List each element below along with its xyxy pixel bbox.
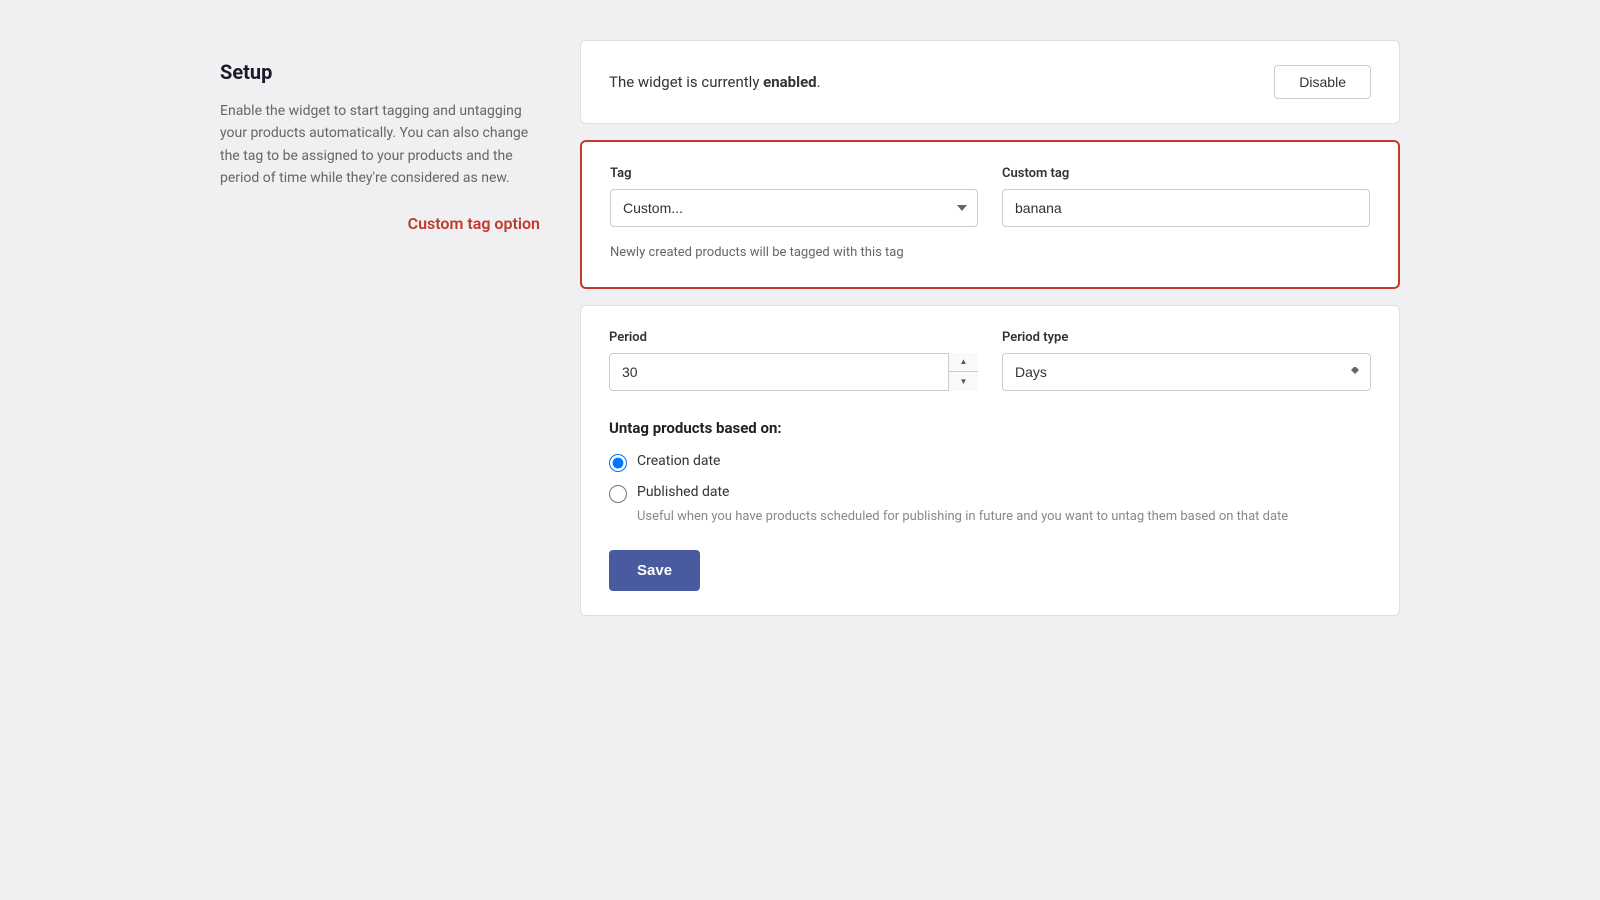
period-type-select[interactable]: Days Weeks Months — [1002, 353, 1371, 391]
period-input[interactable] — [609, 353, 978, 391]
period-input-wrapper: ▲ ▼ — [609, 353, 978, 391]
period-down-arrow[interactable]: ▼ — [949, 372, 978, 391]
period-type-form-group: Period type Days Weeks Months — [1002, 330, 1371, 391]
sidebar: Setup Enable the widget to start tagging… — [200, 40, 580, 253]
radio-published-date[interactable] — [609, 485, 627, 503]
radio-item-creation: Creation date — [609, 453, 1371, 472]
radio-item-published: Published date — [609, 484, 1371, 503]
tag-label: Tag — [610, 166, 978, 181]
period-form-group: Period ▲ ▼ — [609, 330, 978, 391]
tag-section-card: Tag Custom... New Sale Featured — [580, 140, 1400, 289]
widget-status-value: enabled — [763, 73, 817, 91]
period-row: Period ▲ ▼ Period type Days — [609, 330, 1371, 391]
settings-card: Period ▲ ▼ Period type Days — [580, 305, 1400, 617]
tag-form-row: Tag Custom... New Sale Featured — [610, 166, 1370, 227]
radio-item-published-date: Published date Useful when you have prod… — [609, 484, 1371, 527]
custom-tag-option-label: Custom tag option — [220, 214, 540, 233]
custom-tag-form-group: Custom tag — [1002, 166, 1370, 227]
period-arrows: ▲ ▼ — [948, 353, 978, 391]
tag-select[interactable]: Custom... New Sale Featured — [610, 189, 978, 227]
sidebar-description: Enable the widget to start tagging and u… — [220, 100, 540, 190]
disable-button[interactable]: Disable — [1274, 65, 1371, 99]
untag-section-title: Untag products based on: — [609, 419, 1371, 437]
main-content: The widget is currently enabled. Disable… — [580, 40, 1400, 616]
custom-tag-input[interactable] — [1002, 189, 1370, 227]
period-label: Period — [609, 330, 978, 345]
sidebar-title: Setup — [220, 60, 540, 84]
widget-status-text: The widget is currently enabled. — [609, 73, 821, 91]
radio-published-date-hint: Useful when you have products scheduled … — [637, 507, 1371, 527]
untag-section: Untag products based on: Creation date — [609, 419, 1371, 527]
tag-form-group: Tag Custom... New Sale Featured — [610, 166, 978, 227]
tag-select-wrapper: Custom... New Sale Featured — [610, 189, 978, 227]
tag-hint: Newly created products will be tagged wi… — [610, 243, 1370, 263]
radio-creation-date[interactable] — [609, 454, 627, 472]
period-type-select-wrapper: Days Weeks Months — [1002, 353, 1371, 391]
radio-published-date-label[interactable]: Published date — [637, 484, 729, 500]
widget-status-card: The widget is currently enabled. Disable — [580, 40, 1400, 124]
period-up-arrow[interactable]: ▲ — [949, 353, 978, 373]
custom-tag-label: Custom tag — [1002, 166, 1370, 181]
period-type-label: Period type — [1002, 330, 1371, 345]
radio-creation-date-label[interactable]: Creation date — [637, 453, 720, 469]
radio-item-creation-date: Creation date — [609, 453, 1371, 472]
radio-group: Creation date Published date Useful when… — [609, 453, 1371, 527]
save-button[interactable]: Save — [609, 550, 700, 591]
